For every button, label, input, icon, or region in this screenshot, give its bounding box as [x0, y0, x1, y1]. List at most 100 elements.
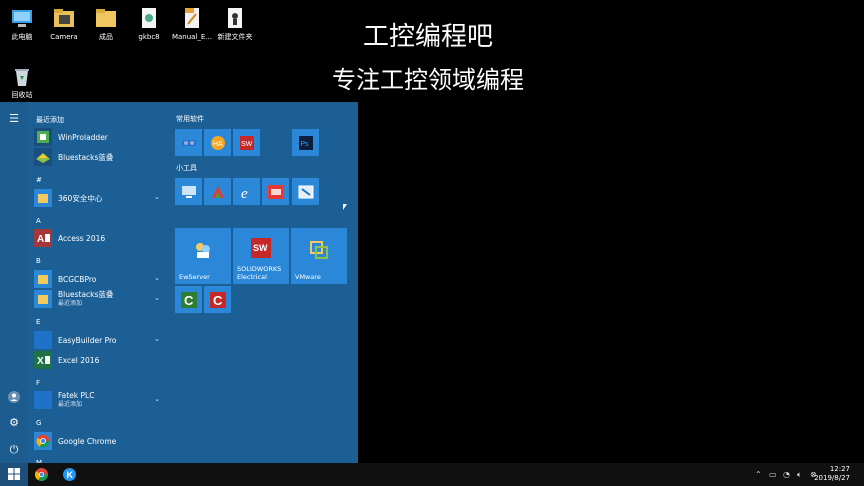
bluestacks-icon [34, 148, 52, 166]
desktop-icon-label: 此电脑 [11, 33, 33, 41]
tile-solidworks-electrical[interactable]: SW SOLIDWORKS Electrical [233, 228, 289, 284]
app-name: Fatek PLC [58, 391, 95, 400]
overlay-title: 工控编程吧 [362, 22, 493, 52]
tile-app[interactable] [262, 178, 289, 205]
folder-icon [34, 189, 52, 207]
desktop-icon-camera[interactable]: Camera [42, 0, 86, 42]
app-item-fatek[interactable]: Fatek PLC 最近添加 ⌄ [34, 390, 166, 410]
chevron-down-icon[interactable]: ⌄ [154, 193, 160, 201]
section-letter[interactable]: B [36, 257, 41, 265]
app-item-easybuilder[interactable]: EasyBuilder Pro ⌄ [34, 330, 166, 350]
taskbar-chrome[interactable] [28, 463, 56, 486]
taskbar-app-k[interactable]: K [56, 463, 84, 486]
app-item-excel[interactable]: X Excel 2016 [34, 350, 166, 370]
user-avatar-icon[interactable] [7, 390, 21, 404]
battery-icon[interactable]: ▭ [769, 470, 777, 479]
mouse-cursor-icon [343, 204, 347, 210]
tile-photoshop[interactable]: Ps [292, 129, 319, 156]
volume-icon[interactable]: 🔈︎ [797, 470, 802, 480]
desktop-icon-label: gkbc8 [138, 33, 160, 41]
folder-icon [34, 290, 52, 308]
tile-app[interactable]: C [175, 286, 202, 313]
app-item-chrome[interactable]: Google Chrome [34, 431, 166, 451]
chevron-down-icon[interactable]: ⌄ [154, 395, 160, 403]
svg-text:Ps: Ps [300, 141, 309, 148]
folder-icon [94, 6, 118, 30]
tile-app[interactable] [292, 178, 319, 205]
tile-ewserver[interactable]: EwServer [175, 228, 231, 284]
fatek-icon [34, 391, 52, 409]
desktop-icon-label: 成品 [99, 33, 113, 41]
clock-time: 12:27 [829, 465, 850, 473]
tile-app[interactable]: C [204, 286, 231, 313]
section-letter[interactable]: A [36, 217, 41, 225]
tile-app[interactable] [204, 178, 231, 205]
app-name: BCGCBPro [58, 274, 97, 284]
tile-vmware[interactable]: VMware [291, 228, 347, 284]
chevron-down-icon[interactable]: ⌄ [154, 274, 160, 282]
tile-app[interactable] [175, 129, 202, 156]
app-name: EasyBuilder Pro [58, 335, 117, 345]
app-item-360[interactable]: 360安全中心 ⌄ [34, 188, 166, 208]
app-name: WinProladder [58, 132, 108, 142]
app-name: Bluestacks蓝叠 [58, 152, 114, 162]
easybuilder-icon [34, 331, 52, 349]
file-icon [137, 6, 161, 30]
chrome-icon [34, 432, 52, 450]
svg-text:SW: SW [241, 141, 253, 148]
windows-icon [8, 468, 20, 480]
app-sublabel: 最近添加 [58, 300, 83, 307]
app-sublabel: 最近添加 [58, 401, 83, 408]
recycle-bin-icon [10, 64, 34, 88]
overlay-subtitle: 专注工控领域编程 [332, 66, 524, 94]
chrome-icon [35, 468, 48, 481]
excel-icon: X [34, 351, 52, 369]
app-item-access[interactable]: A Access 2016 [34, 228, 166, 248]
section-header-recent: 最近添加 [36, 116, 64, 124]
section-letter[interactable]: E [36, 318, 40, 326]
svg-text:C: C [213, 293, 223, 308]
pdf-icon [180, 6, 204, 30]
settings-gear-icon[interactable]: ⚙ [7, 416, 21, 430]
tile-app[interactable] [175, 178, 202, 205]
section-letter[interactable]: G [36, 419, 41, 427]
desktop-icon-manual[interactable]: Manual_E... [170, 0, 214, 42]
desktop-icon-chengpin[interactable]: 成品 [84, 0, 128, 42]
app-item-bluestacks[interactable]: Bluestacks蓝叠 最近添加 ⌄ [34, 289, 166, 309]
hamburger-icon[interactable]: ☰ [7, 112, 21, 126]
chevron-down-icon[interactable]: ⌄ [154, 294, 160, 302]
desktop-icon-new-folder[interactable]: 新建文件夹 [213, 0, 257, 42]
app-item-bcgcbpro[interactable]: BCGCBPro ⌄ [34, 269, 166, 289]
desktop-icon-label: 回收站 [11, 91, 33, 99]
network-icon[interactable]: ◔ [783, 470, 790, 479]
svg-text:X: X [37, 356, 44, 367]
tile-app[interactable]: HA [204, 129, 231, 156]
taskbar-clock[interactable]: 12:27 2019/8/27 [814, 465, 850, 483]
power-icon[interactable]: ⏻ [7, 443, 21, 457]
svg-text:SW: SW [253, 243, 268, 253]
file-icon [223, 6, 247, 30]
app-item-bluestacks-recent[interactable]: Bluestacks蓝叠 [34, 147, 166, 167]
chevron-down-icon[interactable]: ⌄ [154, 335, 160, 343]
tile-group-title: 常用软件 [176, 115, 204, 123]
desktop-icon-label: Camera [50, 33, 78, 41]
start-button[interactable] [0, 463, 28, 486]
svg-text:e: e [241, 186, 248, 200]
start-rail: ☰ ⚙ ⏻ [0, 102, 28, 464]
chevron-up-icon[interactable]: ⌃ [755, 470, 762, 479]
section-letter[interactable]: F [36, 379, 40, 387]
tile-ie-icon[interactable]: e [233, 178, 260, 205]
svg-text:HA: HA [213, 141, 223, 148]
folder-icon [52, 6, 76, 30]
app-name: Bluestacks蓝叠 [58, 290, 114, 299]
app-list: 最近添加 WinProladder Bluestacks蓝叠 # 360安全中心… [28, 102, 170, 464]
app-name: Google Chrome [58, 436, 117, 446]
tile-app[interactable]: SW [233, 129, 260, 156]
desktop-icon-this-pc[interactable]: 此电脑 [0, 0, 44, 42]
folder-icon [34, 270, 52, 288]
app-item-winproladder[interactable]: WinProladder [34, 127, 166, 147]
computer-icon [10, 6, 34, 30]
section-letter[interactable]: # [36, 176, 42, 184]
desktop-icon-gkbc8[interactable]: gkbc8 [127, 0, 171, 42]
desktop-icon-recycle-bin[interactable]: 回收站 [0, 58, 44, 100]
